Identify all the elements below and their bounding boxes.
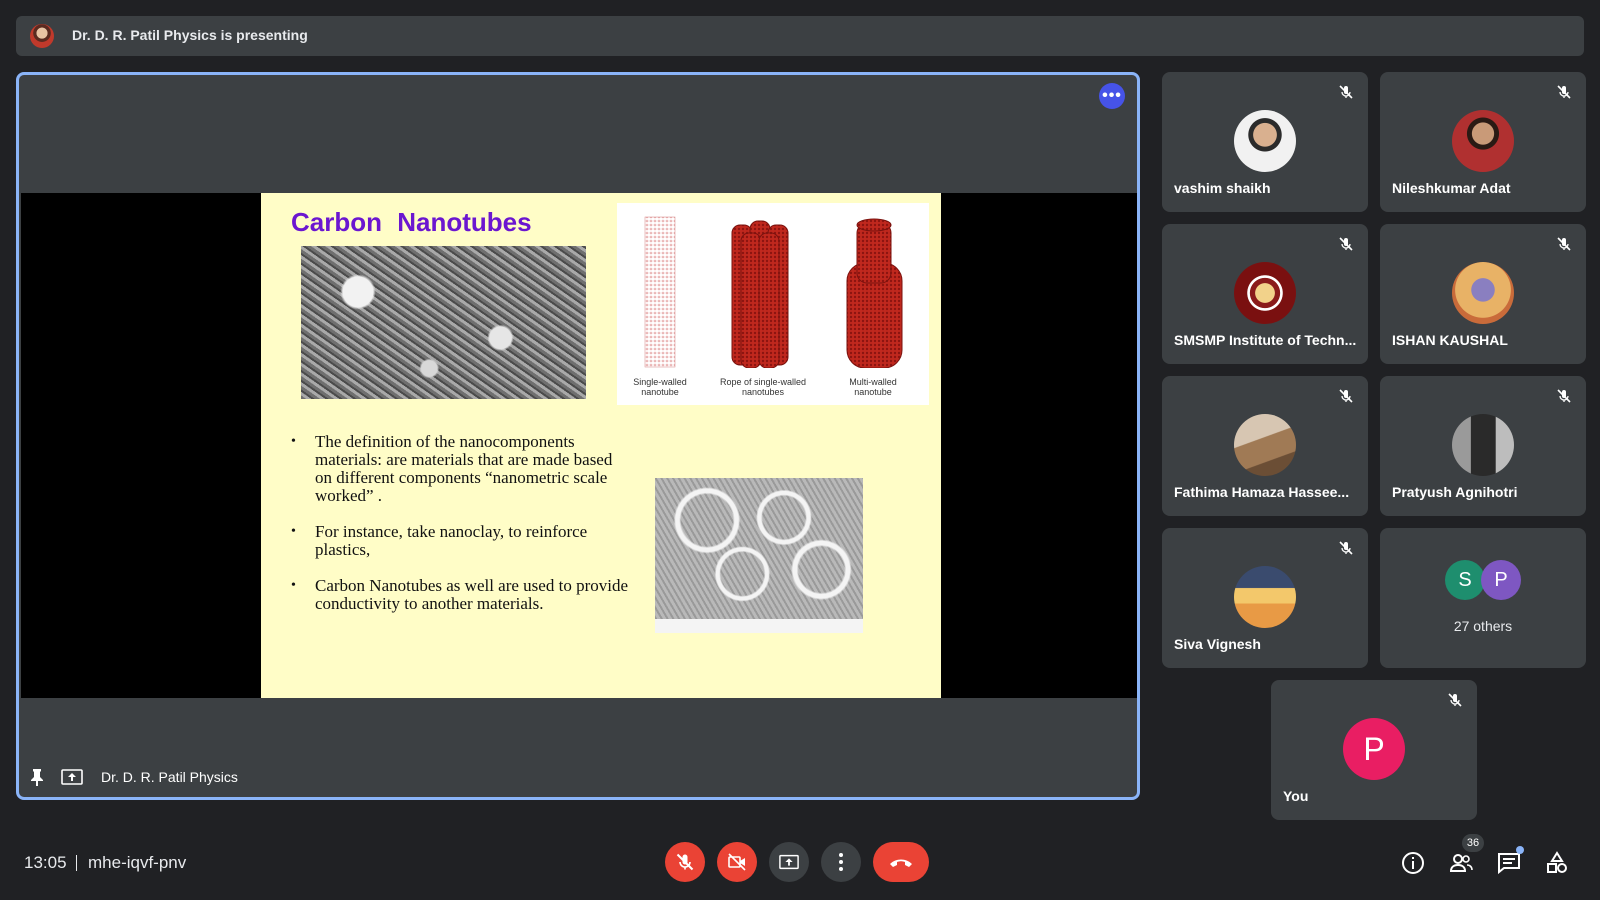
shared-screen: Carbon Nanotubes Single-walled nanotube … [21,193,1137,698]
meeting-code: mhe-iqvf-pnv [88,853,187,872]
mic-off-icon [1447,692,1463,708]
stage-footer: Dr. D. R. Patil Physics [29,765,238,789]
mic-off-icon [1556,84,1572,100]
self-avatar: P [1343,718,1405,780]
participant-name: ISHAN KAUSHAL [1392,332,1508,348]
nanotube-figure: Single-walled nanotube Rope of single-wa… [617,203,929,405]
divider [76,855,77,871]
presenter-avatar [30,24,54,48]
mic-off-icon [1556,236,1572,252]
list-item: • Carbon Nanotubes as well are used to pr… [291,577,631,613]
slide-title: Carbon Nanotubes [291,207,532,237]
hang-up-icon [890,859,912,867]
avatar [1452,414,1514,476]
people-count-badge: 36 [1462,834,1484,852]
participant-tile[interactable]: SMSMP Institute of Techn... [1162,224,1368,364]
list-item: • For instance, take nanoclay, to reinfor… [291,523,631,559]
camera-toggle-button[interactable] [717,842,757,882]
bullet-text: The definition of the nanocomponents mat… [315,432,613,505]
participant-tile[interactable]: Nileshkumar Adat [1380,72,1586,212]
participant-name: Siva Vignesh [1174,636,1261,652]
bottom-toolbar: 13:05 mhe-iqvf-pnv 36 [0,820,1600,900]
avatar [1234,414,1296,476]
stage-presenter-name: Dr. D. R. Patil Physics [101,769,238,785]
bullet-text: For instance, take nanoclay, to reinforc… [315,522,588,559]
mic-toggle-button[interactable] [665,842,705,882]
clock: 13:05 [24,853,67,872]
avatar [1452,110,1514,172]
activities-icon[interactable] [1544,850,1570,876]
bullet-list: • The definition of the nanocomponents ma… [291,433,631,631]
self-tile[interactable]: P You [1271,680,1477,820]
meeting-details-icon[interactable] [1400,850,1426,876]
mic-off-icon [1338,236,1354,252]
sem-nanoclay-image [655,478,863,633]
sem-micrograph-image [301,246,586,399]
caption-multi-walled: Multi-walled nanotube [849,377,897,397]
others-tile[interactable]: S P 27 others [1380,528,1586,668]
presenting-label: Dr. D. R. Patil Physics is presenting [72,27,308,43]
mic-off-icon [1556,388,1572,404]
avatar-s: S [1445,560,1485,600]
chat-notification-dot [1516,846,1524,854]
participant-tile[interactable]: ISHAN KAUSHAL [1380,224,1586,364]
camera-off-icon [728,853,746,871]
leave-call-button[interactable] [873,842,929,882]
caption-rope: Rope of single-walled nanotubes [719,377,807,397]
participant-name: Nileshkumar Adat [1392,180,1511,196]
presenting-banner: Dr. D. R. Patil Physics is presenting [16,16,1584,56]
slide: Carbon Nanotubes Single-walled nanotube … [261,193,941,698]
presentation-stage[interactable]: ••• Carbon Nanotubes Single-walled nanot… [16,72,1140,800]
bullet-text: Carbon Nanotubes as well are used to pro… [315,576,628,613]
self-name: You [1283,788,1309,804]
participant-tile[interactable]: Fathima Hamaza Hassee... [1162,376,1368,516]
avatar [1452,262,1514,324]
institute-logo-avatar [1234,262,1296,324]
participant-name: vashim shaikh [1174,180,1271,196]
participant-name: Pratyush Agnihotri [1392,484,1518,500]
participant-tile[interactable]: Siva Vignesh [1162,528,1368,668]
participant-name: SMSMP Institute of Techn... [1174,332,1356,348]
mic-off-icon [676,853,694,871]
mic-off-icon [1338,388,1354,404]
mic-off-icon [1338,84,1354,100]
more-options-icon[interactable]: ••• [1099,83,1125,109]
participant-tile[interactable]: Pratyush Agnihotri [1380,376,1586,516]
participant-tile[interactable]: vashim shaikh [1162,72,1368,212]
caption-single-walled: Single-walled nanotube [633,377,687,397]
mic-off-icon [1338,540,1354,556]
others-count-label: 27 others [1453,618,1513,634]
vertical-dots-icon [839,853,843,871]
present-now-button[interactable] [769,842,809,882]
present-to-stage-icon[interactable] [61,768,83,786]
people-icon[interactable] [1448,850,1474,876]
more-options-button[interactable] [821,842,861,882]
participant-name: Fathima Hamaza Hassee... [1174,484,1350,500]
present-screen-icon [779,854,799,870]
avatar-p: P [1481,560,1521,600]
list-item: • The definition of the nanocomponents ma… [291,433,631,505]
avatar [1234,110,1296,172]
pin-icon[interactable] [29,768,45,786]
avatar [1234,566,1296,628]
